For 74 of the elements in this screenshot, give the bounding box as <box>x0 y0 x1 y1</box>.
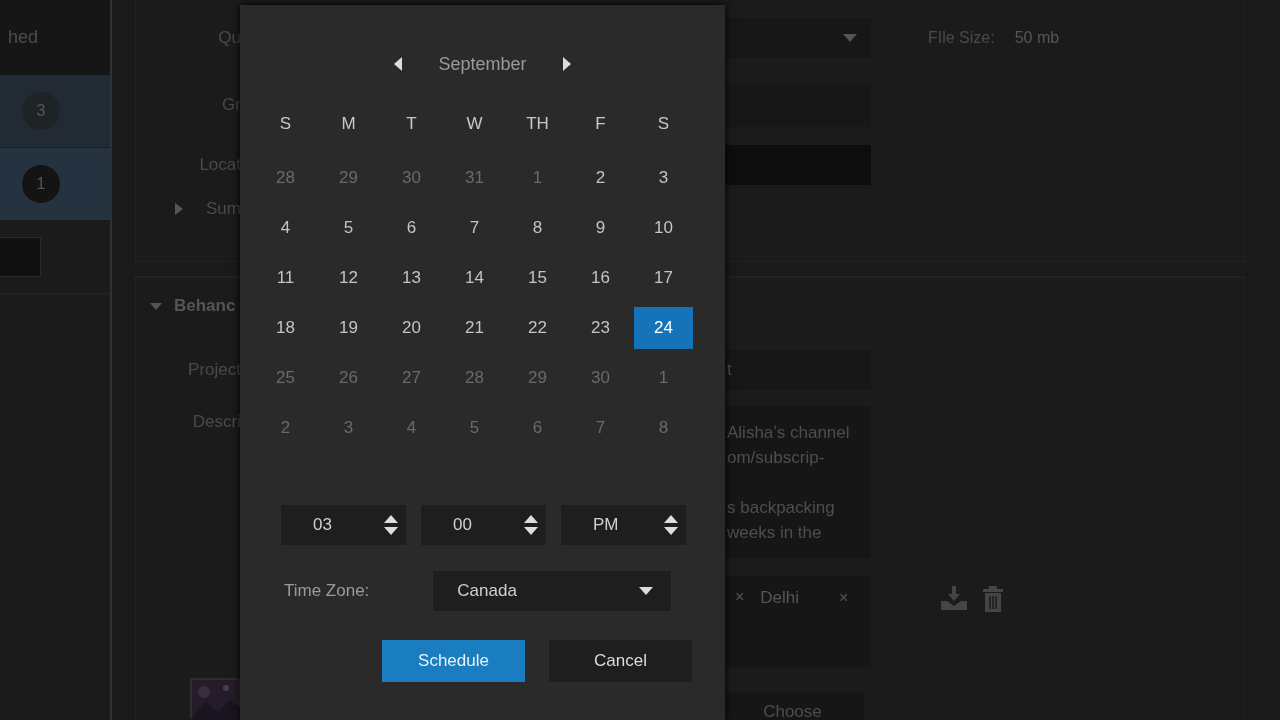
time-spinner[interactable]: PM <box>561 505 686 545</box>
collapsed-triangle-icon[interactable] <box>174 203 185 215</box>
time-spinner[interactable]: 03 <box>281 505 406 545</box>
sidebar-button[interactable] <box>0 237 41 277</box>
caret-icon <box>639 587 654 595</box>
calendar-day[interactable]: 10 <box>634 207 693 249</box>
weekday-label: S <box>278 113 293 135</box>
calendar-day[interactable]: 23 <box>571 307 630 349</box>
stepper-icon <box>384 515 398 535</box>
calendar-day[interactable]: 22 <box>508 307 567 349</box>
calendar-day[interactable]: 3 <box>319 407 378 449</box>
calendar-day[interactable]: 1 <box>634 357 693 399</box>
download-icon[interactable] <box>941 586 967 610</box>
weekday-label: S <box>656 113 671 135</box>
calendar-day[interactable]: 21 <box>445 307 504 349</box>
calendar-day[interactable]: 4 <box>256 207 315 249</box>
calendar-day[interactable]: 28 <box>256 157 315 199</box>
calendar-day[interactable]: 28 <box>445 357 504 399</box>
calendar-day[interactable]: 18 <box>256 307 315 349</box>
calendar-day[interactable]: 15 <box>508 257 567 299</box>
calendar-day[interactable]: 19 <box>319 307 378 349</box>
calendar-day[interactable]: 25 <box>256 357 315 399</box>
weekday-label: W <box>465 113 484 135</box>
calendar-day[interactable]: 12 <box>319 257 378 299</box>
calendar-day[interactable]: 6 <box>508 407 567 449</box>
calendar-day[interactable]: 4 <box>382 407 441 449</box>
calendar-day[interactable]: 24 <box>634 307 693 349</box>
calendar-day[interactable]: 2 <box>256 407 315 449</box>
calendar-day[interactable]: 9 <box>571 207 630 249</box>
calendar-day[interactable]: 26 <box>319 357 378 399</box>
count-badge: 1 <box>22 165 60 203</box>
calendar-day[interactable]: 8 <box>634 407 693 449</box>
weekday-label: M <box>340 113 357 135</box>
file-size-value: 50 mb <box>1014 28 1060 47</box>
calendar-day[interactable]: 14 <box>445 257 504 299</box>
calendar-day[interactable]: 27 <box>382 357 441 399</box>
calendar-day[interactable]: 30 <box>382 157 441 199</box>
calendar-day[interactable]: 20 <box>382 307 441 349</box>
sidebar-item[interactable]: 1 <box>0 148 110 221</box>
cancel-button[interactable]: Cancel <box>549 640 692 682</box>
calendar-day[interactable]: 5 <box>445 407 504 449</box>
calendar-day[interactable]: 29 <box>319 157 378 199</box>
calendar-day[interactable]: 8 <box>508 207 567 249</box>
calendar-day[interactable]: 29 <box>508 357 567 399</box>
stepper-icon <box>524 515 538 535</box>
calendar-day[interactable]: 2 <box>571 157 630 199</box>
schedule-button[interactable]: Schedule <box>382 640 525 682</box>
time-zone-label: Time Zone: <box>284 581 370 601</box>
next-month-icon[interactable] <box>562 57 571 71</box>
calendar-day[interactable]: 31 <box>445 157 504 199</box>
calendar-day[interactable]: 5 <box>319 207 378 249</box>
calendar-day[interactable]: 1 <box>508 157 567 199</box>
calendar-day[interactable]: 7 <box>445 207 504 249</box>
weekday-label: TH <box>525 113 550 135</box>
calendar-day[interactable]: 11 <box>256 257 315 299</box>
calendar-day[interactable]: 13 <box>382 257 441 299</box>
caret-icon <box>843 33 857 42</box>
month-title: September <box>438 53 527 75</box>
calendar-day[interactable]: 3 <box>634 157 693 199</box>
section-title: Behanc <box>174 296 236 316</box>
calendar-day[interactable]: 6 <box>382 207 441 249</box>
weekday-label: F <box>594 113 607 135</box>
tag-label: Delhi <box>760 588 800 608</box>
time-spinner[interactable]: 00 <box>421 505 546 545</box>
calendar-day[interactable]: 17 <box>634 257 693 299</box>
trash-icon[interactable] <box>983 586 1003 612</box>
calendar-day[interactable]: 30 <box>571 357 630 399</box>
calendar-day[interactable]: 16 <box>571 257 630 299</box>
stepper-icon <box>664 515 678 535</box>
previous-month-icon[interactable] <box>394 57 403 71</box>
weekday-label: T <box>405 113 418 135</box>
time-zone-select[interactable]: Canada <box>433 571 672 611</box>
calendar-day[interactable]: 7 <box>571 407 630 449</box>
expanded-triangle-icon[interactable] <box>150 300 162 312</box>
